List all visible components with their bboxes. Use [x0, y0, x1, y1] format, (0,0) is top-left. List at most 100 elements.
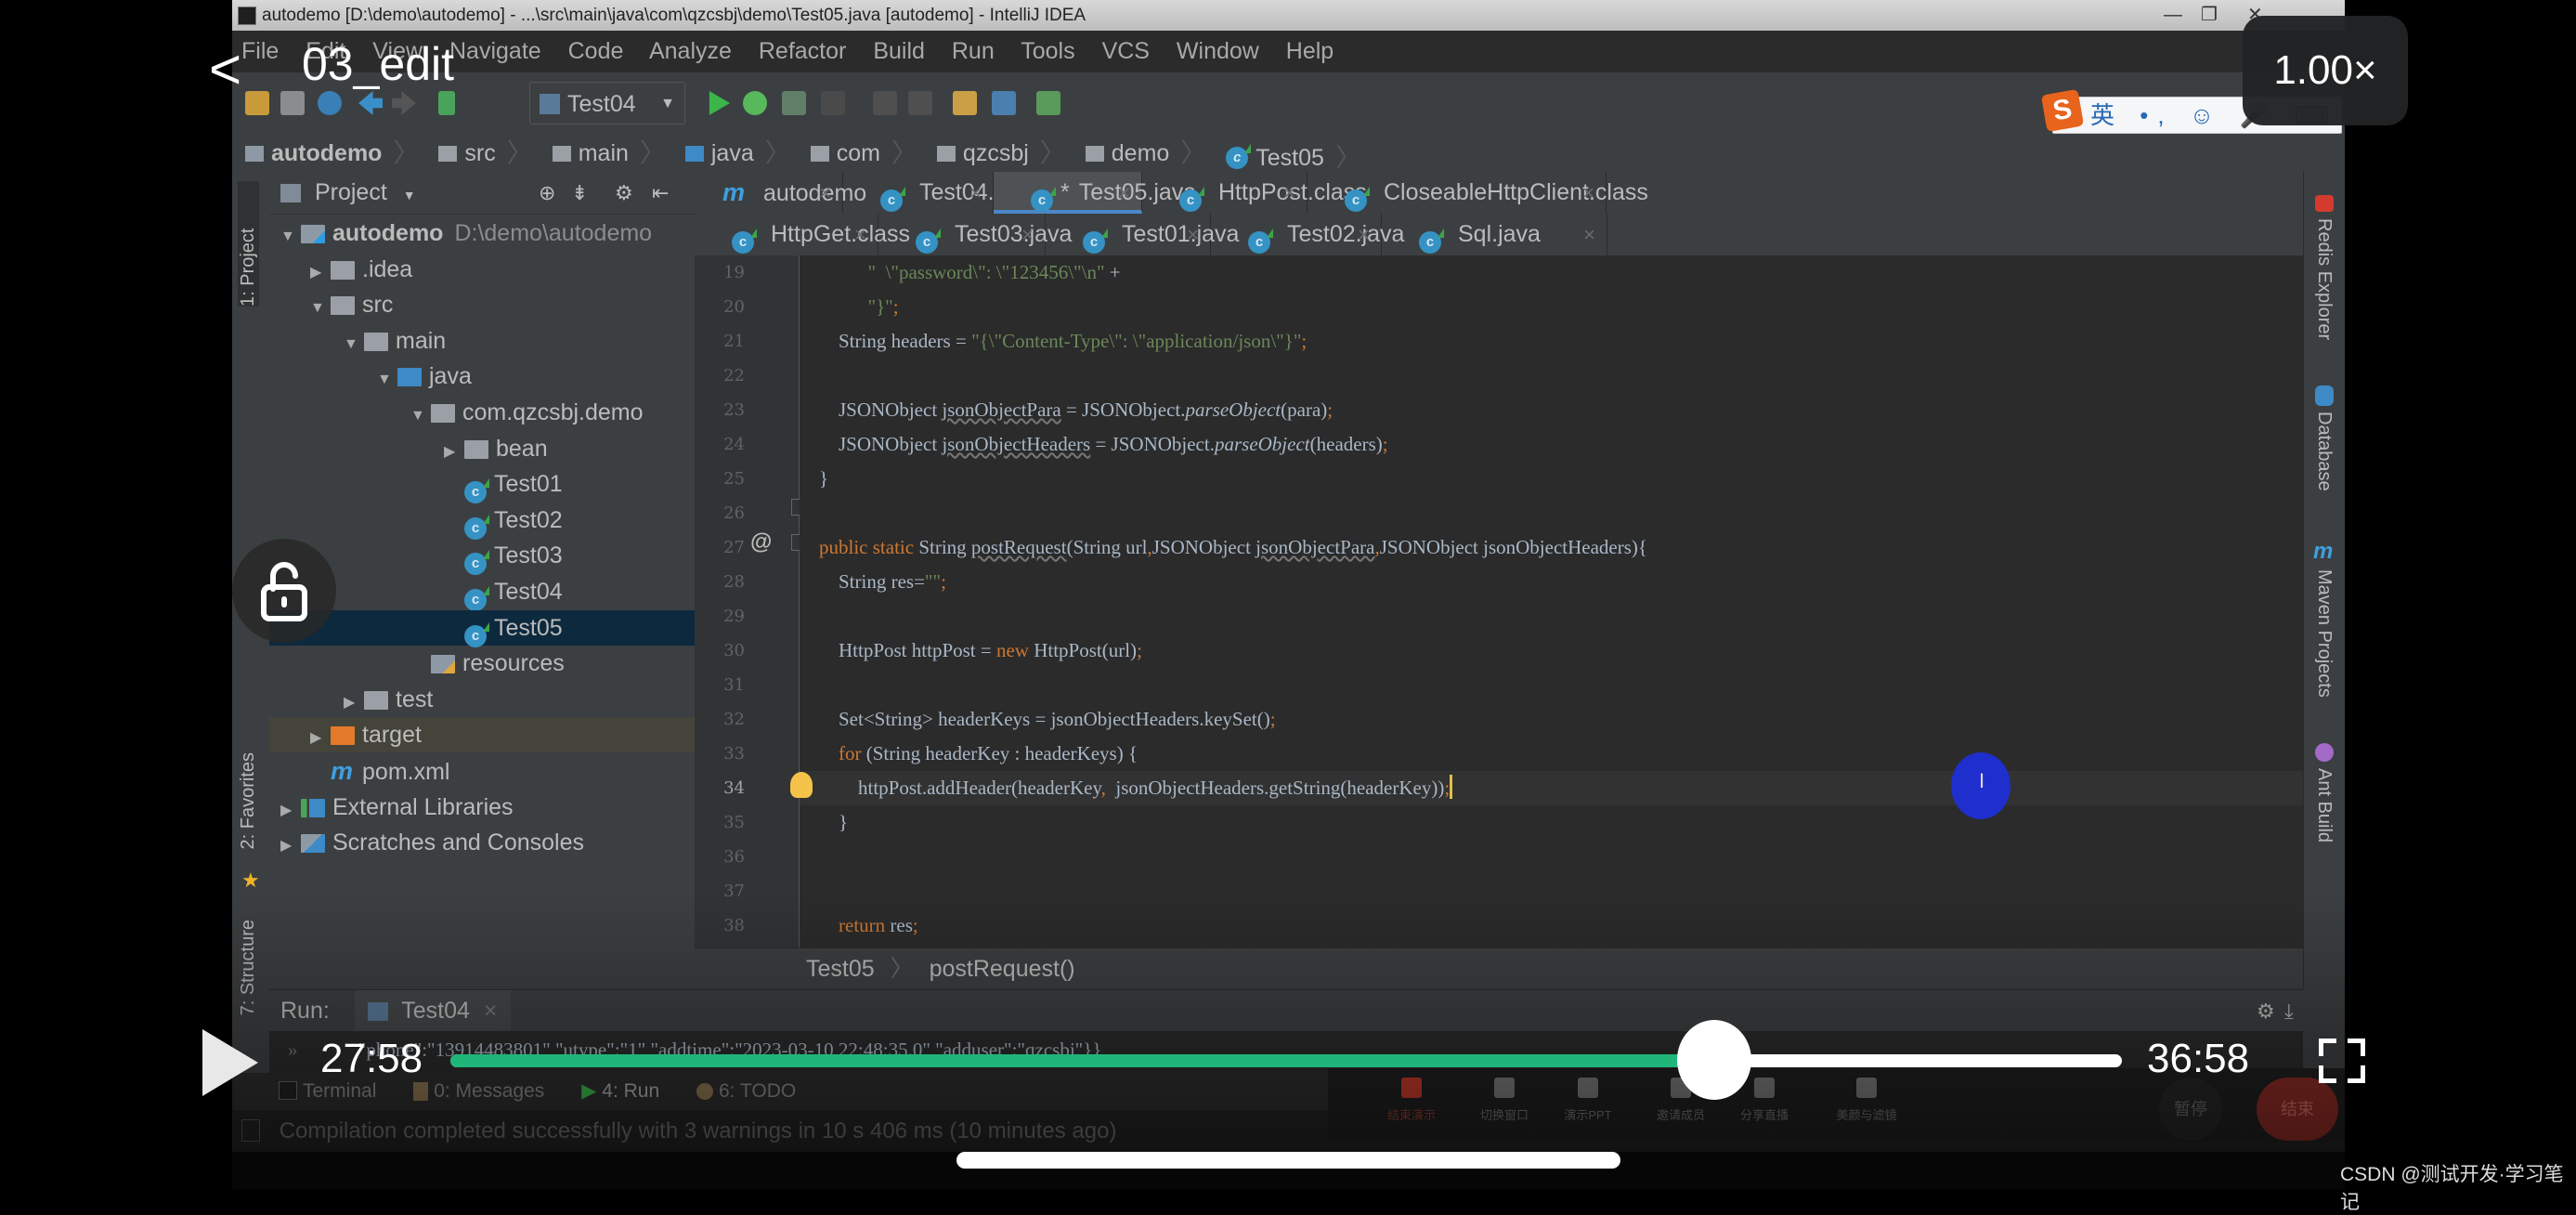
editor-tab[interactable]: c * Test05.java ×	[994, 172, 1196, 214]
attach-icon[interactable]	[873, 91, 897, 115]
maximize-icon[interactable]: ❐	[2201, 0, 2218, 31]
tree-item[interactable]: ▶ bean	[269, 431, 695, 466]
gear-icon[interactable]: ⚙	[2257, 990, 2275, 1032]
chevron-right-icon[interactable]: ▶	[310, 721, 331, 756]
build-icon[interactable]	[438, 91, 455, 115]
project-structure-icon[interactable]	[992, 91, 1016, 115]
seek-bar-handle[interactable]	[1676, 1020, 1751, 1100]
tree-item[interactable]: ▼ com.qzcsbj.demo	[269, 395, 695, 430]
forward-icon[interactable]	[392, 91, 416, 115]
tool-tab-todo[interactable]: 6: TODO	[696, 1080, 796, 1102]
pause-button[interactable]: 暂停	[2159, 1078, 2222, 1141]
tool-tab-maven-projects[interactable]: Maven Projects	[2313, 569, 2335, 698]
stop-icon[interactable]	[821, 91, 845, 115]
sync-icon[interactable]	[318, 91, 342, 115]
download-icon[interactable]: ⤓	[2284, 990, 2294, 1032]
override-marker-icon[interactable]: @	[750, 529, 772, 555]
menu-run[interactable]: Run	[952, 38, 995, 64]
locate-icon[interactable]: ⊕	[539, 172, 555, 214]
breadcrumb-main[interactable]: main 〉	[552, 135, 666, 172]
home-indicator[interactable]	[956, 1152, 1620, 1169]
menu-window[interactable]: Window	[1177, 38, 1259, 64]
editor-tab[interactable]: c HttpGet.class ×	[695, 214, 910, 255]
run-icon[interactable]	[709, 91, 730, 115]
editor-tab[interactable]: c HttpPost.class ×	[1142, 172, 1367, 214]
close-tab-icon[interactable]: ×	[1283, 172, 1295, 214]
tree-item[interactable]: resources	[269, 646, 695, 681]
meeting-action[interactable]: 切换窗口	[1467, 1078, 1542, 1123]
menu-tools[interactable]: Tools	[1021, 38, 1074, 64]
chevron-down-icon[interactable]: ▼	[280, 219, 301, 255]
coverage-icon[interactable]	[782, 91, 806, 115]
breadcrumb-java[interactable]: java 〉	[684, 135, 791, 172]
seek-bar[interactable]	[450, 1020, 2122, 1100]
menu-refactor[interactable]: Refactor	[759, 38, 846, 64]
debug-icon[interactable]	[743, 91, 767, 115]
collapse-all-icon[interactable]: ⇟	[571, 172, 588, 214]
tool-tab-structure[interactable]: 7: Structure	[238, 920, 259, 1015]
tree-item[interactable]: c Test01	[269, 466, 695, 504]
editor-tab[interactable]: c CloseableHttpClient.class ×	[1308, 172, 1648, 214]
menu-analyze[interactable]: Analyze	[649, 38, 732, 64]
code-editor[interactable]: " \"password\": \"123456\"\n" + "}"; Str…	[790, 255, 2345, 947]
tree-item[interactable]: m pom.xml	[269, 753, 695, 789]
tool-tab-favorites[interactable]: 2: Favorites	[238, 752, 259, 849]
tree-item[interactable]: ▶ .idea	[269, 252, 695, 287]
close-tab-icon[interactable]: ×	[819, 172, 831, 214]
editor-tab[interactable]: c Test03.java ×	[878, 214, 1072, 255]
tool-tab-messages[interactable]: 0: Messages	[413, 1080, 544, 1102]
tree-item[interactable]: ▶ Scratches and Consoles	[269, 825, 695, 860]
run-tab-test04[interactable]: Test04 ×	[354, 990, 511, 1032]
close-tab-icon[interactable]: ×	[1582, 172, 1594, 214]
tool-tab-run[interactable]: ▶ 4: Run	[581, 1080, 659, 1102]
sdk-icon[interactable]	[1036, 91, 1060, 115]
editor-tab[interactable]: m autodemo ×	[695, 172, 866, 214]
open-folder-icon[interactable]	[245, 91, 269, 115]
breadcrumb-demo[interactable]: demo 〉	[1085, 135, 1206, 172]
chevron-down-icon[interactable]: ▼	[403, 188, 416, 202]
settings-wrench-icon[interactable]	[953, 91, 977, 115]
breadcrumb-com[interactable]: com 〉	[810, 135, 917, 172]
editor-tab[interactable]: c Test01.java ×	[1046, 214, 1239, 255]
editor-tab[interactable]: c Test04.java ×	[843, 172, 1036, 214]
meeting-action[interactable]: 演示PPT	[1551, 1078, 1625, 1123]
run-configuration-select[interactable]: Test04 ▼	[529, 82, 685, 124]
tool-tab-ant-build[interactable]: Ant Build	[2313, 768, 2335, 843]
chevron-right-icon[interactable]: ▶	[280, 793, 301, 829]
menu-help[interactable]: Help	[1286, 38, 1334, 64]
editor-tab[interactable]: c Test02.java ×	[1211, 214, 1404, 255]
save-icon[interactable]	[280, 91, 305, 115]
meeting-action[interactable]: 美颜与滤镜	[1829, 1078, 1904, 1123]
chevron-right-icon[interactable]: ▶	[344, 686, 364, 721]
fullscreen-icon[interactable]	[2319, 1039, 2365, 1083]
close-tab-icon[interactable]: ×	[1583, 214, 1595, 255]
play-button[interactable]	[202, 1029, 258, 1096]
tree-item[interactable]: ▼ java	[269, 359, 695, 394]
tool-tab-terminal[interactable]: Terminal	[279, 1080, 376, 1102]
close-tab-icon[interactable]: ×	[854, 214, 866, 255]
back-icon[interactable]	[358, 91, 383, 115]
screen-lock-button[interactable]	[232, 539, 336, 643]
editor-breadcrumb-method[interactable]: postRequest()	[930, 956, 1075, 982]
lightbulb-icon[interactable]	[790, 772, 813, 798]
chevron-down-icon[interactable]: ▼	[344, 327, 364, 362]
tool-tab-redis-explorer[interactable]: Redis Explorer	[2313, 218, 2335, 340]
meeting-action[interactable]: 结束演示	[1374, 1078, 1449, 1123]
menu-file[interactable]: File	[241, 38, 279, 64]
close-tab-icon[interactable]: ×	[1358, 214, 1370, 255]
chevron-down-icon[interactable]: ▼	[377, 362, 397, 398]
breadcrumb-test05[interactable]: c Test05 〉	[1226, 139, 1361, 176]
close-tab-icon[interactable]: ×	[1021, 214, 1034, 255]
editor-tab[interactable]: c Sql.java ×	[1382, 214, 1607, 255]
hide-panel-icon[interactable]: ⇤	[652, 172, 669, 214]
update-icon[interactable]	[908, 91, 932, 115]
back-chevron-icon[interactable]: <	[209, 37, 241, 101]
tree-item[interactable]: c Test02	[269, 503, 695, 540]
tree-item[interactable]: ▼ autodemo D:\demo\autodemo	[269, 216, 695, 251]
menu-navigate[interactable]: Navigate	[449, 38, 541, 64]
tool-tab-database[interactable]: Database	[2313, 412, 2335, 491]
chevron-down-icon[interactable]: ▼	[310, 291, 331, 326]
breadcrumb-autodemo[interactable]: autodemo 〉	[245, 135, 419, 172]
menu-code[interactable]: Code	[568, 38, 624, 64]
breadcrumb-qzcsbj[interactable]: qzcsbj 〉	[936, 135, 1066, 172]
